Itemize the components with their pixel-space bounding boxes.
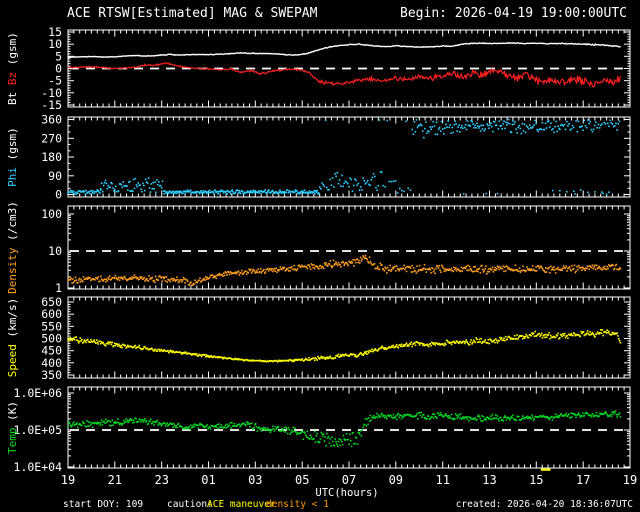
panel-phi-frame — [67, 116, 631, 198]
xtick-label: 05 — [295, 473, 309, 487]
ace-rtsw-screen: ACE RTSW[Estimated] MAG & SWEPAM Begin: … — [0, 0, 640, 512]
ytick-label-temp: 1.0E+06 — [14, 386, 63, 400]
ytick-label-phi: 180 — [41, 150, 62, 164]
xtick-label: 15 — [529, 473, 543, 487]
xtick-label: 19 — [61, 473, 75, 487]
created-timestamp: created: 2026-04-20 18:36:07UTC — [455, 499, 633, 510]
ylabel-speed: Speed (km/s) — [6, 298, 19, 378]
xtick-label: 07 — [342, 473, 356, 487]
ytick-label-density: 100 — [41, 207, 62, 221]
xtick-label: 19 — [623, 473, 637, 487]
ytick-label-speed: 350 — [41, 368, 62, 382]
xtick-label: 13 — [482, 473, 496, 487]
panel-mag: 151050-5-10-15Bt Bz (gsm) — [6, 25, 631, 112]
ylabel-phi: Phi (gsm) — [6, 127, 19, 187]
ytick-label-phi: 360 — [41, 113, 62, 127]
series-Temp — [67, 410, 622, 448]
panel-density-frame — [67, 205, 631, 290]
caution-density-label: density < 1 — [266, 499, 329, 510]
start-doy-label: start DOY: 109 — [63, 499, 144, 510]
panel-phi: 360 270 180 90 0 Phi (gsm) — [6, 113, 631, 202]
xtick-label: 01 — [201, 473, 215, 487]
xtick-label: 23 — [154, 473, 168, 487]
ytick-label-density: 1 — [55, 281, 62, 295]
xtick-label: 11 — [435, 473, 449, 487]
ytick-label-temp: 1.0E+04 — [14, 460, 63, 474]
ylabel-temp: Temp (K) — [6, 401, 19, 454]
ytick-label-mag: -15 — [41, 98, 62, 112]
series-Speed — [67, 329, 622, 363]
ytick-label-phi: 90 — [48, 169, 62, 183]
xtick-label: 03 — [248, 473, 262, 487]
xtick-label: 09 — [389, 473, 403, 487]
ytick-label-phi: 0 — [55, 188, 62, 202]
xtick-label: 21 — [108, 473, 122, 487]
panel-speed: 650600550500450400350Speed (km/s) — [6, 295, 631, 382]
series-Bt — [67, 41, 622, 59]
ytick-label-density: 10 — [48, 244, 62, 258]
ytick-label-temp: 1.0E+05 — [14, 423, 62, 437]
xaxis-title: UTC(hours) — [315, 487, 379, 499]
ylabel-mag: Bt Bz (gsm) — [6, 32, 19, 105]
series-Density — [67, 254, 622, 286]
ylabel-density: Density (/cm3) — [6, 201, 19, 294]
series-Bz — [67, 62, 622, 88]
ytick-label-phi: 270 — [41, 131, 62, 145]
panel-temp: 1.0E+06 1.0E+05 1.0E+04 Temp (K) — [6, 386, 631, 474]
panel-temp-frame — [67, 386, 631, 469]
rtsw-plot-canvas: 151050-5-10-15Bt Bz (gsm)360270180900Phi… — [6, 25, 637, 487]
series-Phi — [67, 118, 621, 196]
xtick-label: 17 — [576, 473, 590, 487]
caution-label: caution: — [167, 499, 213, 510]
maneuver-time-marker — [540, 468, 551, 471]
panel-density: 100 10 1 Density (/cm3) — [6, 201, 631, 295]
